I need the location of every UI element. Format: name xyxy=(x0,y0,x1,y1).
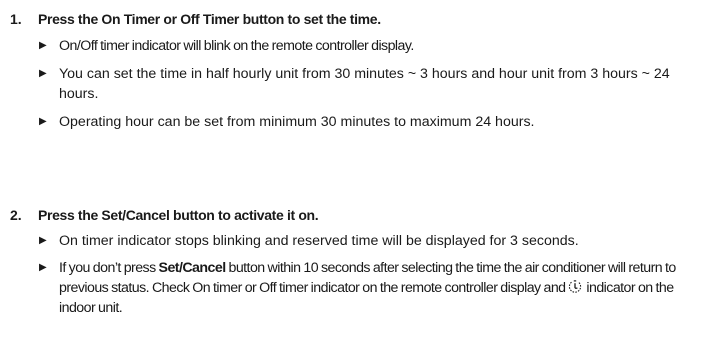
step-2: 2. Press the Set/Cancel button to activa… xyxy=(0,205,701,318)
bullet-text-start: If you don’t press xyxy=(59,260,159,276)
bullet-arrow-icon: ▶ xyxy=(39,116,47,127)
bullet-arrow-icon: ▶ xyxy=(39,262,47,273)
list-item: ▶ On timer indicator stops blinking and … xyxy=(0,231,701,251)
bullet-text: On timer indicator stops blinking and re… xyxy=(59,233,579,249)
step-title: Press the Set/Cancel button to activate … xyxy=(38,207,319,223)
bullet-list: ▶ On timer indicator stops blinking and … xyxy=(0,231,701,318)
step-1: 1. Press the On Timer or Off Timer butto… xyxy=(0,9,701,132)
bullet-arrow-icon: ▶ xyxy=(39,40,47,51)
step-number: 2. xyxy=(10,207,22,223)
step-title: Press the On Timer or Off Timer button t… xyxy=(38,11,381,27)
step-heading: 1. Press the On Timer or Off Timer butto… xyxy=(0,9,701,29)
bullet-text: You can set the time in half hourly unit… xyxy=(59,66,670,102)
set-cancel-button-name: Set/Cancel xyxy=(158,260,227,276)
bullet-arrow-icon: ▶ xyxy=(39,68,47,79)
list-item: ▶ You can set the time in half hourly un… xyxy=(0,64,701,104)
list-item: ▶ If you don’t press Set/Cancel button w… xyxy=(0,258,701,318)
bullet-list: ▶ On/Off timer indicator will blink on t… xyxy=(0,36,701,132)
bullet-text: Operating hour can be set from minimum 3… xyxy=(59,114,535,130)
step-number: 1. xyxy=(10,11,22,27)
timer-indicator-icon xyxy=(567,280,583,294)
list-item: ▶ Operating hour can be set from minimum… xyxy=(0,112,701,132)
list-item: ▶ On/Off timer indicator will blink on t… xyxy=(0,36,701,56)
step-heading: 2. Press the Set/Cancel button to activa… xyxy=(0,205,701,225)
bullet-text: On/Off timer indicator will blink on the… xyxy=(59,38,414,54)
bullet-arrow-icon: ▶ xyxy=(39,235,47,246)
